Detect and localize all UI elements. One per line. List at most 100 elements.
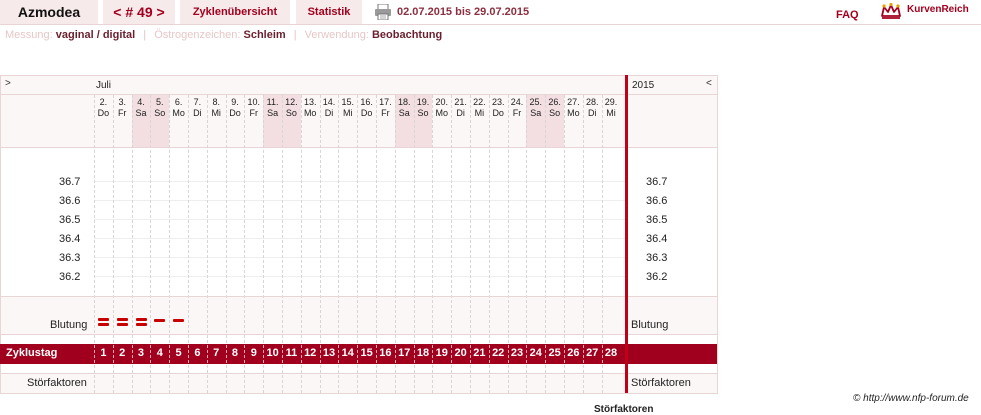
today-marker (625, 75, 628, 393)
day-label[interactable]: 11. Sa (263, 97, 282, 119)
day-number: 22. (473, 97, 486, 107)
day-number: 9. (231, 97, 239, 107)
day-label[interactable]: 9. Do (226, 97, 245, 119)
day-label[interactable]: 3. Fr (113, 97, 132, 119)
day-label[interactable]: 21. Di (451, 97, 470, 119)
year-label: 2015 (632, 80, 655, 91)
day-label[interactable]: 8. Mi (207, 97, 226, 119)
weekday: Sa (267, 108, 279, 118)
cycle-day-number[interactable]: 25 (545, 347, 564, 359)
temp-label-left: 36.2 (59, 271, 81, 283)
cycle-day-number[interactable]: 21 (470, 347, 489, 359)
day-number: 29. (604, 97, 618, 107)
cycle-day-number[interactable]: 6 (188, 347, 207, 359)
cycle-number: # 49 (125, 4, 153, 20)
cycle-day-label: Zyklustag (6, 347, 58, 359)
weekday: Do (492, 108, 504, 118)
top-bar: Azmodea < # 49 > Zyklenübersicht Statist… (0, 0, 981, 25)
weekday: Sa (398, 108, 410, 118)
day-label[interactable]: 20. Mo (432, 97, 451, 119)
cycle-day-number[interactable]: 16 (376, 347, 395, 359)
day-number: 25. (529, 97, 543, 107)
day-label[interactable]: 17. Fr (376, 97, 395, 119)
weekday: Mo (435, 108, 449, 118)
day-label[interactable]: 16. Do (357, 97, 376, 119)
separator: | (293, 29, 297, 41)
day-label[interactable]: 19. So (414, 97, 433, 119)
faq-link[interactable]: FAQ (836, 3, 859, 27)
day-label[interactable]: 27. Mo (564, 97, 583, 119)
temp-label-left: 36.4 (59, 233, 81, 245)
day-number: 7. (193, 97, 202, 107)
cycle-day-number[interactable]: 9 (244, 347, 263, 359)
cycle-day-number[interactable]: 18 (414, 347, 433, 359)
day-number: 10. (247, 97, 261, 107)
day-number: 23. (491, 97, 505, 107)
day-label[interactable]: 12. So (282, 97, 301, 119)
prev-cycle-button[interactable]: < (113, 4, 121, 20)
day-label[interactable]: 14. Di (320, 97, 339, 119)
weekday: Mi (211, 108, 221, 118)
day-label[interactable]: 15. Mi (338, 97, 357, 119)
day-label[interactable]: 7. Di (188, 97, 207, 119)
tab-cycle-overview[interactable]: Zyklenübersicht (180, 0, 290, 24)
expand-right-toggle[interactable]: < (706, 78, 712, 89)
day-number: 4. (137, 97, 145, 107)
day-label[interactable]: 23. Do (489, 97, 508, 119)
cycle-day-number[interactable]: 14 (338, 347, 357, 359)
cycle-day-number[interactable]: 1 (94, 347, 113, 359)
bleeding-marker-heavy (116, 323, 128, 326)
weekday: Fr (117, 108, 127, 118)
day-label[interactable]: 24. Fr (508, 97, 527, 119)
day-label[interactable]: 6. Mo (169, 97, 188, 119)
cycle-day-number[interactable]: 12 (301, 347, 320, 359)
day-label[interactable]: 13. Mo (301, 97, 320, 119)
day-label[interactable]: 2. Do (94, 97, 113, 119)
day-label[interactable]: 18. Sa (395, 97, 414, 119)
printer-icon[interactable] (374, 4, 392, 20)
day-label[interactable]: 22. Mi (470, 97, 489, 119)
day-label[interactable]: 29. Mi (602, 97, 621, 119)
cycle-day-number[interactable]: 5 (169, 347, 188, 359)
cycle-day-number[interactable]: 28 (602, 347, 621, 359)
cycle-day-number[interactable]: 10 (263, 347, 282, 359)
day-label[interactable]: 10. Fr (244, 97, 263, 119)
cycle-day-number[interactable]: 7 (207, 347, 226, 359)
day-label[interactable]: 5. So (150, 97, 169, 119)
weekday: Fr (381, 108, 390, 118)
date-range: 02.07.2015 bis 29.07.2015 (397, 6, 530, 18)
disturbance-footer-label: Störfaktoren (594, 404, 654, 415)
cycle-day-number[interactable]: 15 (357, 347, 376, 359)
cycle-day-number[interactable]: 2 (113, 347, 132, 359)
day-number: 26. (548, 97, 561, 107)
cycle-day-number[interactable]: 8 (226, 347, 245, 359)
cycle-day-number[interactable]: 13 (320, 347, 339, 359)
estrogen-label: Östrogenzeichen: (154, 29, 241, 41)
temp-label-left: 36.3 (59, 252, 81, 264)
user-name: Azmodea (0, 0, 98, 24)
day-label[interactable]: 4. Sa (132, 97, 151, 119)
measurement-label: Messung: (5, 29, 53, 41)
day-label[interactable]: 25. Sa (526, 97, 545, 119)
cycle-day-number[interactable]: 17 (395, 347, 414, 359)
bleeding-marker-heavy (135, 323, 147, 326)
cycle-day-number[interactable]: 23 (508, 347, 527, 359)
cycle-day-number[interactable]: 20 (451, 347, 470, 359)
next-cycle-button[interactable]: > (157, 4, 165, 20)
cycle-day-number[interactable]: 11 (282, 347, 301, 359)
logo-text: KurvenReich (907, 4, 969, 15)
day-label[interactable]: 28. Di (583, 97, 602, 119)
cycle-day-number[interactable]: 27 (583, 347, 602, 359)
kurvenreich-logo[interactable]: KurvenReich (880, 2, 980, 20)
cycle-day-number[interactable]: 19 (432, 347, 451, 359)
weekday: Mo (303, 108, 317, 118)
expand-left-toggle[interactable]: > (5, 78, 11, 89)
day-number: 21. (454, 97, 467, 107)
cycle-day-number[interactable]: 26 (564, 347, 583, 359)
cycle-day-number[interactable]: 24 (526, 347, 545, 359)
cycle-day-number[interactable]: 4 (150, 347, 169, 359)
tab-statistics[interactable]: Statistik (296, 0, 362, 24)
cycle-day-number[interactable]: 3 (132, 347, 151, 359)
day-label[interactable]: 26. So (545, 97, 564, 119)
cycle-day-number[interactable]: 22 (489, 347, 508, 359)
